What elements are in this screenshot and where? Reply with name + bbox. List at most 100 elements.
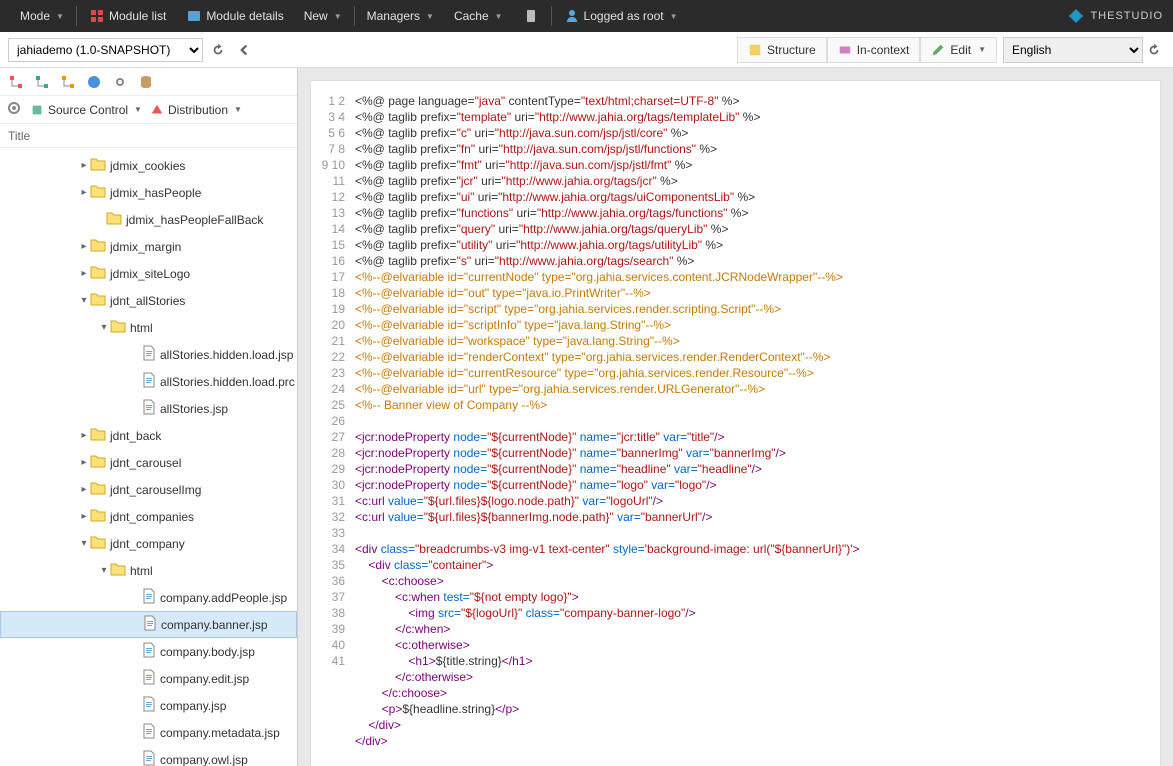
tree-label: html	[130, 321, 153, 335]
structure-icon	[748, 43, 762, 57]
tree-label: jdnt_back	[110, 429, 161, 443]
file-icon	[142, 750, 156, 766]
studio-logo: THESTUDIO	[1068, 8, 1163, 24]
mode-menu[interactable]: Mode▼	[10, 0, 74, 32]
tree-row[interactable]: company.metadata.jsp	[0, 719, 297, 746]
tree-column-title: Title	[0, 124, 297, 148]
module-details-icon	[186, 8, 202, 24]
tree-toggle[interactable]: ▸	[78, 511, 90, 522]
tree-row[interactable]: ▸ jdnt_carouselImg	[0, 476, 297, 503]
folder-icon	[90, 292, 106, 309]
collapse-icon	[237, 43, 251, 57]
project-select[interactable]: jahiademo (1.0-SNAPSHOT)	[8, 38, 203, 62]
cache-menu[interactable]: Cache▼	[444, 0, 513, 32]
tree-label: company.edit.jsp	[160, 672, 249, 686]
tree-toggle[interactable]: ▸	[78, 430, 90, 441]
module-details-menu[interactable]: Module details	[176, 0, 293, 32]
folder-icon	[110, 562, 126, 579]
tree-toggle[interactable]: ▾	[78, 538, 90, 549]
top-menubar: Mode▼ Module list Module details New▼ Ma…	[0, 0, 1173, 32]
tree-label: jdmix_margin	[110, 240, 181, 254]
tree-label: allStories.jsp	[160, 402, 228, 416]
tree-toggle[interactable]: ▾	[98, 565, 110, 576]
tree-toggle[interactable]: ▾	[78, 295, 90, 306]
module-list-menu[interactable]: Module list	[79, 0, 176, 32]
source-control-icon	[30, 103, 44, 117]
tree-row[interactable]: jdmix_hasPeopleFallBack	[0, 206, 297, 233]
tree-label: jdmix_hasPeopleFallBack	[126, 213, 263, 227]
clipboard-button[interactable]	[513, 0, 549, 32]
tree-label: company.jsp	[160, 699, 226, 713]
tool-tree-c-icon[interactable]	[58, 72, 78, 92]
tree-row[interactable]: ▸jdmix_hasPeople	[0, 179, 297, 206]
file-icon	[142, 696, 156, 715]
tool-tree-a-icon[interactable]	[6, 72, 26, 92]
folder-icon	[90, 184, 106, 201]
file-icon	[142, 588, 156, 607]
collapse-panel-button[interactable]	[233, 39, 255, 61]
code-body[interactable]: <%@ page language="java" contentType="te…	[355, 93, 1150, 749]
code-editor[interactable]: 1 2 3 4 5 6 7 8 9 10 11 12 13 14 15 16 1…	[310, 80, 1161, 766]
tree-row[interactable]: allStories.hidden.load.jsp	[0, 341, 297, 368]
tree-toggle[interactable]: ▾	[98, 322, 110, 333]
tree-row[interactable]: company.body.jsp	[0, 638, 297, 665]
tool-db-icon[interactable]	[136, 72, 156, 92]
source-control-menu[interactable]: Source Control▼	[30, 103, 142, 117]
tree-row[interactable]: ▸ jdmix_margin	[0, 233, 297, 260]
distribution-menu[interactable]: Distribution▼	[150, 103, 242, 117]
tree-row[interactable]: ▾jdnt_company	[0, 530, 297, 557]
tree-row[interactable]: allStories.jsp	[0, 395, 297, 422]
refresh-right-button[interactable]	[1143, 39, 1165, 61]
tree-row[interactable]: ▾html	[0, 557, 297, 584]
refresh-icon	[1147, 43, 1161, 57]
tree-row[interactable]: company.edit.jsp	[0, 665, 297, 692]
tree-row[interactable]: allStories.hidden.load.prc	[0, 368, 297, 395]
file-tree[interactable]: ▸jdmix_cookies▸jdmix_hasPeople jdmix_hasP…	[0, 148, 297, 766]
editor-content: 1 2 3 4 5 6 7 8 9 10 11 12 13 14 15 16 1…	[298, 68, 1173, 766]
structure-button[interactable]: Structure	[737, 37, 827, 63]
pencil-icon	[931, 43, 945, 57]
managers-menu[interactable]: Managers▼	[357, 0, 444, 32]
tool-tree-b-icon[interactable]	[32, 72, 52, 92]
folder-icon	[90, 508, 106, 525]
tree-row[interactable]: ▾ html	[0, 314, 297, 341]
edit-button[interactable]: Edit▼	[920, 37, 997, 63]
folder-icon	[110, 319, 126, 336]
tree-toggle[interactable]: ▸	[78, 268, 90, 279]
tree-row[interactable]: ▸jdnt_companies	[0, 503, 297, 530]
tree-row[interactable]: company.owl.jsp	[0, 746, 297, 766]
tool-globe-icon[interactable]	[84, 72, 104, 92]
tree-label: jdnt_carouselImg	[110, 483, 201, 497]
tool-link-icon[interactable]	[110, 72, 130, 92]
tree-label: company.banner.jsp	[161, 618, 268, 632]
tree-row[interactable]: ▸ jdnt_back	[0, 422, 297, 449]
tree-toggle[interactable]: ▸	[78, 187, 90, 198]
tree-toggle[interactable]: ▸	[78, 457, 90, 468]
logged-as-menu[interactable]: Logged as root▼	[554, 0, 688, 32]
module-list-icon	[89, 8, 105, 24]
line-gutter: 1 2 3 4 5 6 7 8 9 10 11 12 13 14 15 16 1…	[321, 93, 355, 749]
language-select[interactable]: English	[1003, 37, 1143, 63]
refresh-icon	[211, 43, 225, 57]
tree-row[interactable]: company.addPeople.jsp	[0, 584, 297, 611]
new-menu[interactable]: New▼	[294, 0, 352, 32]
clipboard-icon	[523, 8, 539, 24]
tree-toggle[interactable]: ▸	[78, 241, 90, 252]
gear-icon[interactable]	[6, 100, 22, 119]
tree-row[interactable]: ▸jdnt_carousel	[0, 449, 297, 476]
tree-label: allStories.hidden.load.prc	[160, 375, 295, 389]
tree-row[interactable]: company.jsp	[0, 692, 297, 719]
refresh-button[interactable]	[207, 39, 229, 61]
file-icon	[142, 669, 156, 688]
tree-toggle[interactable]: ▸	[78, 484, 90, 495]
folder-icon	[90, 481, 106, 498]
tree-label: allStories.hidden.load.jsp	[160, 348, 293, 362]
tree-label: jdmix_siteLogo	[110, 267, 190, 281]
tree-row[interactable]: company.banner.jsp	[0, 611, 297, 638]
tree-row[interactable]: ▾jdnt_allStories	[0, 287, 297, 314]
tree-row[interactable]: ▸jdmix_cookies	[0, 152, 297, 179]
in-context-button[interactable]: In-context	[827, 37, 921, 63]
tree-label: company.body.jsp	[160, 645, 255, 659]
tree-toggle[interactable]: ▸	[78, 160, 90, 171]
tree-row[interactable]: ▸ jdmix_siteLogo	[0, 260, 297, 287]
